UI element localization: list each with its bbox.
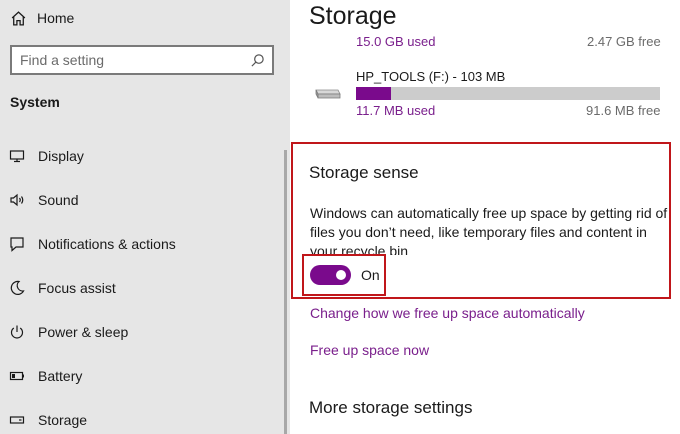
search-input[interactable] bbox=[20, 52, 240, 68]
drive-usage-bar bbox=[356, 87, 660, 100]
sidebar-item-storage[interactable]: Storage bbox=[0, 398, 285, 434]
storage-sense-title: Storage sense bbox=[309, 163, 419, 182]
sidebar-item-notifications[interactable]: Notifications & actions bbox=[0, 222, 285, 266]
drive-free: 91.6 MB free bbox=[586, 103, 661, 118]
previous-drive-used: 15.0 GB used bbox=[356, 34, 436, 49]
display-icon bbox=[9, 150, 25, 163]
battery-icon bbox=[9, 371, 24, 381]
sidebar: Home System Display Sound Notifications … bbox=[0, 0, 290, 434]
sidebar-item-label: Power & sleep bbox=[38, 324, 129, 340]
sidebar-item-power-sleep[interactable]: Power & sleep bbox=[0, 310, 285, 354]
drive-name: HP_TOOLS (F:) - 103 MB bbox=[356, 69, 506, 84]
drive-used: 11.7 MB used bbox=[356, 103, 436, 118]
sidebar-item-label: Battery bbox=[38, 368, 83, 384]
storage-sense-toggle[interactable] bbox=[310, 265, 351, 285]
page-title: Storage bbox=[309, 2, 397, 30]
sound-icon bbox=[10, 193, 24, 207]
sidebar-item-sound[interactable]: Sound bbox=[0, 178, 285, 222]
free-up-space-now-link[interactable]: Free up space now bbox=[310, 342, 429, 358]
toggle-state-label: On bbox=[361, 267, 380, 283]
notifications-icon bbox=[10, 237, 24, 252]
power-icon bbox=[10, 325, 24, 339]
sidebar-item-label: Storage bbox=[38, 412, 88, 428]
more-storage-settings-heading: More storage settings bbox=[309, 398, 473, 417]
sidebar-item-label: Display bbox=[38, 148, 84, 164]
previous-drive-free: 2.47 GB free bbox=[587, 34, 661, 49]
section-label: System bbox=[10, 94, 60, 110]
usb-drive-icon bbox=[315, 89, 341, 99]
sidebar-item-battery[interactable]: Battery bbox=[0, 354, 285, 398]
search-box[interactable] bbox=[10, 45, 274, 75]
sidebar-scrollbar[interactable] bbox=[284, 150, 287, 434]
home-icon bbox=[11, 10, 26, 26]
storage-sense-description: Windows can automatically free up space … bbox=[310, 205, 668, 255]
sidebar-item-focus-assist[interactable]: Focus assist bbox=[0, 266, 285, 310]
sidebar-item-label: Notifications & actions bbox=[38, 236, 176, 252]
sidebar-item-display[interactable]: Display bbox=[0, 134, 285, 178]
home-label: Home bbox=[37, 10, 75, 26]
drive-usage-fill bbox=[356, 87, 391, 100]
moon-icon bbox=[10, 280, 25, 295]
search-icon[interactable] bbox=[250, 53, 265, 68]
home-nav-item[interactable]: Home bbox=[10, 7, 74, 29]
storage-icon bbox=[9, 416, 25, 424]
sidebar-item-label: Focus assist bbox=[38, 280, 116, 296]
sidebar-item-label: Sound bbox=[38, 192, 79, 208]
change-free-up-space-link[interactable]: Change how we free up space automaticall… bbox=[310, 305, 585, 321]
toggle-knob bbox=[336, 270, 346, 280]
